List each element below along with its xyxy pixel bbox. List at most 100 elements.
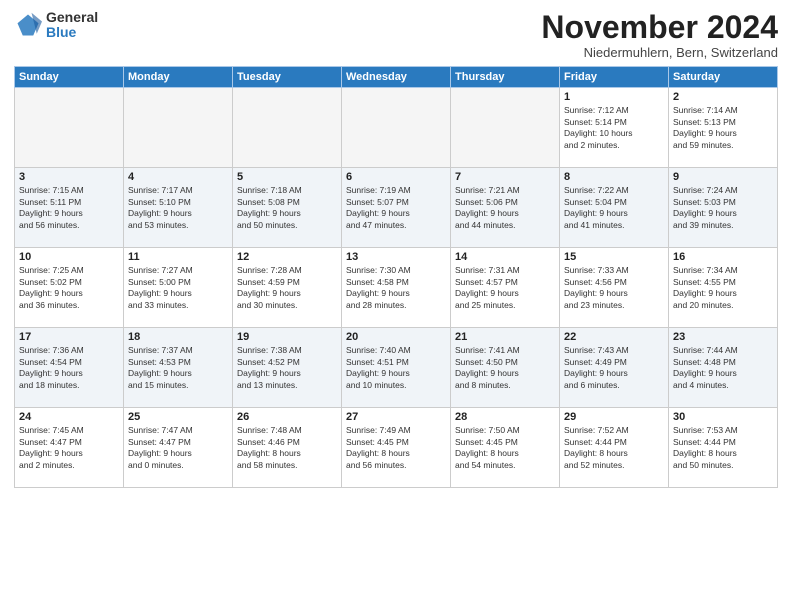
calendar-cell: 3Sunrise: 7:15 AM Sunset: 5:11 PM Daylig… — [15, 168, 124, 248]
day-number: 13 — [346, 251, 446, 263]
day-number: 8 — [564, 171, 664, 183]
day-info: Sunrise: 7:19 AM Sunset: 5:07 PM Dayligh… — [346, 185, 446, 231]
title-block: November 2024 Niedermuhlern, Bern, Switz… — [541, 10, 778, 60]
day-number: 5 — [237, 171, 337, 183]
calendar-week-5: 24 Sunrise: 7:45 AM Sunset: 4:47 PM Dayli… — [15, 408, 778, 488]
day-info: Sunrise: 7:14 AM Sunset: 5:13 PM Dayligh… — [673, 105, 773, 151]
day-info: Sunrise: 7:37 AM Sunset: 4:53 PM Dayligh… — [128, 345, 228, 391]
calendar-cell: 6 Sunrise: 7:19 AM Sunset: 5:07 PM Daylig… — [342, 168, 451, 248]
calendar-cell: 29 Sunrise: 7:52 AM Sunset: 4:44 PM Dayli… — [560, 408, 669, 488]
weekday-header-tuesday: Tuesday — [233, 67, 342, 88]
day-info: Sunrise: 7:27 AM Sunset: 5:00 PM Dayligh… — [128, 265, 228, 311]
weekday-header-row: SundayMondayTuesdayWednesdayThursdayFrid… — [15, 67, 778, 88]
day-info: Sunrise: 7:24 AM Sunset: 5:03 PM Dayligh… — [673, 185, 773, 231]
calendar-cell: 21 Sunrise: 7:41 AM Sunset: 4:50 PM Dayli… — [451, 328, 560, 408]
calendar-cell — [342, 88, 451, 168]
day-info: Sunrise: 7:17 AM Sunset: 5:10 PM Dayligh… — [128, 185, 228, 231]
day-number: 28 — [455, 411, 555, 423]
calendar-table: SundayMondayTuesdayWednesdayThursdayFrid… — [14, 66, 778, 488]
day-number: 23 — [673, 331, 773, 343]
calendar-cell: 13 Sunrise: 7:30 AM Sunset: 4:58 PM Dayli… — [342, 248, 451, 328]
day-info: Sunrise: 7:48 AM Sunset: 4:46 PM Dayligh… — [237, 425, 337, 471]
day-number: 29 — [564, 411, 664, 423]
logo-general: General — [46, 10, 98, 25]
logo-text: General Blue — [46, 10, 98, 41]
day-info: Sunrise: 7:18 AM Sunset: 5:08 PM Dayligh… — [237, 185, 337, 231]
calendar-cell — [124, 88, 233, 168]
calendar-cell: 15 Sunrise: 7:33 AM Sunset: 4:56 PM Dayli… — [560, 248, 669, 328]
day-info: Sunrise: 7:43 AM Sunset: 4:49 PM Dayligh… — [564, 345, 664, 391]
day-number: 24 — [19, 411, 119, 423]
day-number: 19 — [237, 331, 337, 343]
day-number: 12 — [237, 251, 337, 263]
day-number: 17 — [19, 331, 119, 343]
calendar-cell: 5 Sunrise: 7:18 AM Sunset: 5:08 PM Daylig… — [233, 168, 342, 248]
weekday-header-friday: Friday — [560, 67, 669, 88]
day-info: Sunrise: 7:31 AM Sunset: 4:57 PM Dayligh… — [455, 265, 555, 311]
calendar-cell: 9 Sunrise: 7:24 AM Sunset: 5:03 PM Daylig… — [669, 168, 778, 248]
day-number: 6 — [346, 171, 446, 183]
day-info: Sunrise: 7:15 AM Sunset: 5:11 PM Dayligh… — [19, 185, 119, 231]
month-title: November 2024 — [541, 10, 778, 45]
day-number: 25 — [128, 411, 228, 423]
calendar-week-2: 3Sunrise: 7:15 AM Sunset: 5:11 PM Daylig… — [15, 168, 778, 248]
day-info: Sunrise: 7:30 AM Sunset: 4:58 PM Dayligh… — [346, 265, 446, 311]
day-number: 1 — [564, 91, 664, 103]
day-info: Sunrise: 7:41 AM Sunset: 4:50 PM Dayligh… — [455, 345, 555, 391]
calendar-cell: 19Sunrise: 7:38 AM Sunset: 4:52 PM Dayli… — [233, 328, 342, 408]
day-info: Sunrise: 7:49 AM Sunset: 4:45 PM Dayligh… — [346, 425, 446, 471]
day-number: 9 — [673, 171, 773, 183]
day-info: Sunrise: 7:21 AM Sunset: 5:06 PM Dayligh… — [455, 185, 555, 231]
day-info: Sunrise: 7:50 AM Sunset: 4:45 PM Dayligh… — [455, 425, 555, 471]
calendar-cell: 24 Sunrise: 7:45 AM Sunset: 4:47 PM Dayli… — [15, 408, 124, 488]
calendar-cell: 27 Sunrise: 7:49 AM Sunset: 4:45 PM Dayli… — [342, 408, 451, 488]
day-number: 21 — [455, 331, 555, 343]
day-number: 11 — [128, 251, 228, 263]
day-info: Sunrise: 7:36 AM Sunset: 4:54 PM Dayligh… — [19, 345, 119, 391]
calendar-week-3: 10Sunrise: 7:25 AM Sunset: 5:02 PM Dayli… — [15, 248, 778, 328]
day-info: Sunrise: 7:47 AM Sunset: 4:47 PM Dayligh… — [128, 425, 228, 471]
calendar-cell — [233, 88, 342, 168]
day-number: 15 — [564, 251, 664, 263]
calendar-week-4: 17 Sunrise: 7:36 AM Sunset: 4:54 PM Dayli… — [15, 328, 778, 408]
day-info: Sunrise: 7:45 AM Sunset: 4:47 PM Dayligh… — [19, 425, 119, 471]
calendar-cell: 23 Sunrise: 7:44 AM Sunset: 4:48 PM Dayli… — [669, 328, 778, 408]
weekday-header-thursday: Thursday — [451, 67, 560, 88]
calendar-cell: 12 Sunrise: 7:28 AM Sunset: 4:59 PM Dayli… — [233, 248, 342, 328]
weekday-header-sunday: Sunday — [15, 67, 124, 88]
day-number: 22 — [564, 331, 664, 343]
day-info: Sunrise: 7:44 AM Sunset: 4:48 PM Dayligh… — [673, 345, 773, 391]
day-number: 16 — [673, 251, 773, 263]
calendar-cell: 22 Sunrise: 7:43 AM Sunset: 4:49 PM Dayli… — [560, 328, 669, 408]
calendar-cell: 14 Sunrise: 7:31 AM Sunset: 4:57 PM Dayli… — [451, 248, 560, 328]
logo-blue: Blue — [46, 25, 98, 40]
day-info: Sunrise: 7:28 AM Sunset: 4:59 PM Dayligh… — [237, 265, 337, 311]
day-number: 7 — [455, 171, 555, 183]
header: General Blue November 2024 Niedermuhlern… — [14, 10, 778, 60]
day-info: Sunrise: 7:53 AM Sunset: 4:44 PM Dayligh… — [673, 425, 773, 471]
calendar-cell: 20Sunrise: 7:40 AM Sunset: 4:51 PM Dayli… — [342, 328, 451, 408]
location-subtitle: Niedermuhlern, Bern, Switzerland — [541, 45, 778, 60]
day-number: 27 — [346, 411, 446, 423]
calendar-cell: 4Sunrise: 7:17 AM Sunset: 5:10 PM Daylig… — [124, 168, 233, 248]
day-info: Sunrise: 7:52 AM Sunset: 4:44 PM Dayligh… — [564, 425, 664, 471]
calendar-cell: 18Sunrise: 7:37 AM Sunset: 4:53 PM Dayli… — [124, 328, 233, 408]
weekday-header-saturday: Saturday — [669, 67, 778, 88]
calendar-cell: 11 Sunrise: 7:27 AM Sunset: 5:00 PM Dayli… — [124, 248, 233, 328]
page: General Blue November 2024 Niedermuhlern… — [0, 0, 792, 612]
calendar-cell: 25 Sunrise: 7:47 AM Sunset: 4:47 PM Dayli… — [124, 408, 233, 488]
day-info: Sunrise: 7:33 AM Sunset: 4:56 PM Dayligh… — [564, 265, 664, 311]
weekday-header-monday: Monday — [124, 67, 233, 88]
logo-icon — [14, 11, 42, 39]
calendar-cell: 30Sunrise: 7:53 AM Sunset: 4:44 PM Dayli… — [669, 408, 778, 488]
calendar-cell: 26Sunrise: 7:48 AM Sunset: 4:46 PM Dayli… — [233, 408, 342, 488]
weekday-header-wednesday: Wednesday — [342, 67, 451, 88]
day-info: Sunrise: 7:22 AM Sunset: 5:04 PM Dayligh… — [564, 185, 664, 231]
calendar-cell — [15, 88, 124, 168]
day-number: 14 — [455, 251, 555, 263]
calendar-cell: 8 Sunrise: 7:22 AM Sunset: 5:04 PM Daylig… — [560, 168, 669, 248]
day-number: 2 — [673, 91, 773, 103]
day-number: 10 — [19, 251, 119, 263]
day-info: Sunrise: 7:34 AM Sunset: 4:55 PM Dayligh… — [673, 265, 773, 311]
calendar-cell: 2 Sunrise: 7:14 AM Sunset: 5:13 PM Daylig… — [669, 88, 778, 168]
